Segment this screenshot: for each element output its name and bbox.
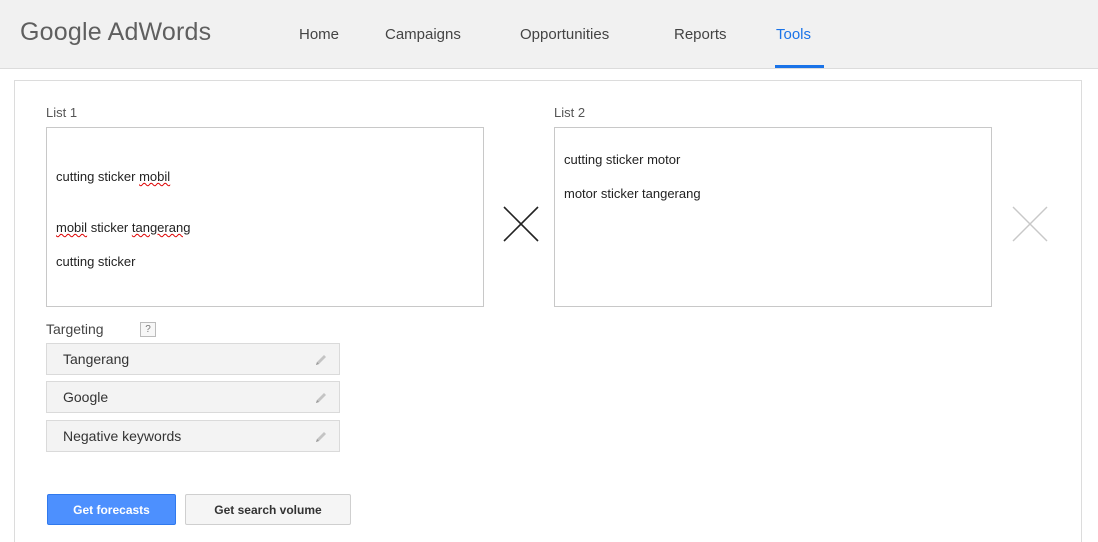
list-1-line-part: sticker (87, 220, 132, 235)
list-1-label: List 1 (46, 105, 78, 120)
list-2-textarea[interactable]: cutting sticker motor motor sticker tang… (554, 127, 992, 307)
list-2-label: List 2 (554, 105, 586, 120)
targeting-network-row[interactable]: Google (46, 381, 340, 413)
list-1-line: mobil sticker tangerang (56, 202, 474, 236)
pencil-icon[interactable] (313, 390, 329, 406)
clear-list-2-icon[interactable] (1010, 204, 1050, 244)
nav-tools[interactable]: Tools (776, 26, 811, 43)
get-forecasts-button[interactable]: Get forecasts (47, 494, 176, 525)
clear-list-1-icon[interactable] (501, 204, 541, 244)
targeting-negative-keywords-label: Negative keywords (63, 428, 182, 444)
pencil-icon[interactable] (313, 429, 329, 445)
targeting-negative-keywords-row[interactable]: Negative keywords (46, 420, 340, 452)
targeting-location-label: Tangerang (63, 351, 130, 367)
list-1-line-misspelled: mobil (56, 220, 88, 235)
pencil-icon[interactable] (313, 352, 329, 368)
list-2-line: cutting sticker motor (564, 152, 681, 167)
list-1-line-part: cutting sticker (56, 169, 140, 184)
list-1-line-misspelled: tangerang (131, 220, 191, 235)
list-2-line: motor sticker tangerang (564, 186, 701, 201)
list-1-textarea[interactable]: cutting sticker mobil mobil sticker tang… (46, 127, 484, 307)
list-1-line: cutting sticker mobil (56, 151, 474, 185)
help-icon[interactable]: ? (140, 322, 156, 337)
multiply-keyword-lists-panel: List 1 cutting sticker mobil mobil stick… (14, 80, 1082, 542)
active-tab-indicator (775, 65, 824, 68)
targeting-location-row[interactable]: Tangerang (46, 343, 340, 375)
nav-reports[interactable]: Reports (674, 26, 727, 43)
get-search-volume-button[interactable]: Get search volume (185, 494, 351, 525)
targeting-network-label: Google (63, 389, 109, 405)
list-1-line: cutting sticker (56, 254, 136, 269)
nav-opportunities[interactable]: Opportunities (520, 26, 609, 43)
brand-logo[interactable]: Google AdWords (20, 18, 211, 47)
nav-home[interactable]: Home (299, 26, 339, 43)
targeting-label: Targeting (46, 321, 104, 337)
top-navigation-bar: Google AdWords Home Campaigns Opportunit… (0, 0, 1098, 69)
nav-campaigns[interactable]: Campaigns (385, 26, 461, 43)
list-1-line-misspelled: mobil (139, 169, 171, 184)
